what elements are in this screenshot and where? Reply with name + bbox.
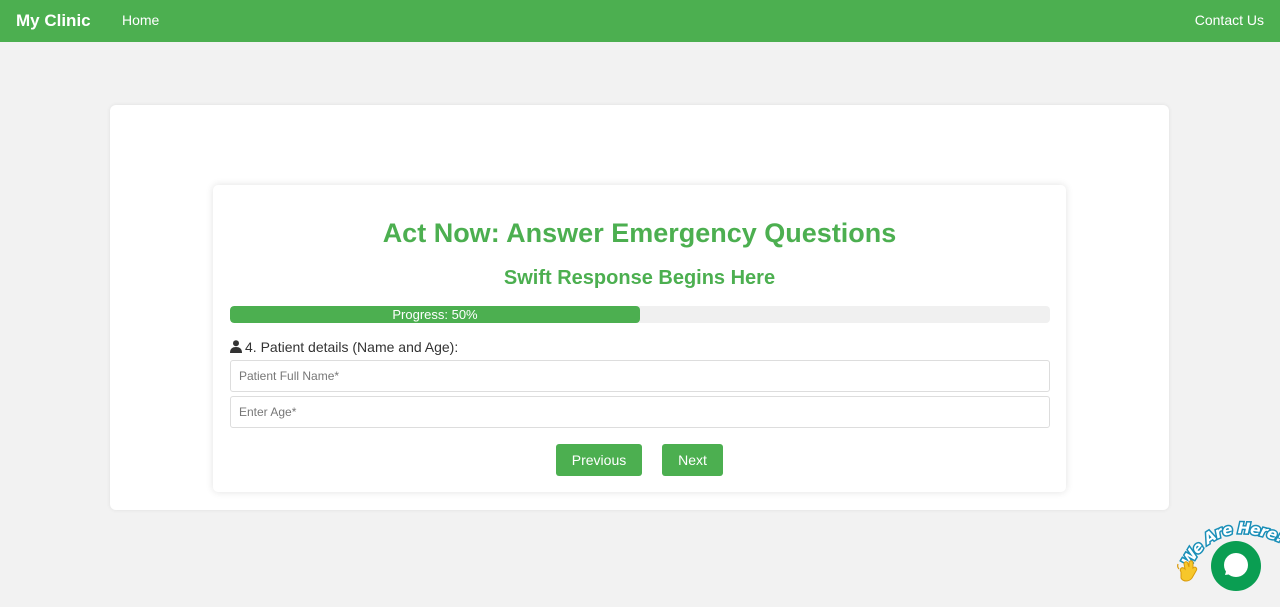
patient-name-input[interactable]: [230, 360, 1050, 392]
top-navbar: My Clinic Home Contact Us: [0, 0, 1280, 42]
next-button[interactable]: Next: [662, 444, 723, 476]
question-label: 4. Patient details (Name and Age):: [230, 339, 458, 355]
previous-button[interactable]: Previous: [556, 444, 642, 476]
user-icon: [230, 340, 242, 353]
emergency-form-card: Act Now: Answer Emergency Questions Swif…: [213, 185, 1066, 492]
progress-bar: Progress: 50%: [230, 306, 1050, 323]
brand-logo[interactable]: My Clinic: [16, 11, 91, 31]
progress-fill: Progress: 50%: [230, 306, 640, 323]
waving-hand-icon: [1177, 560, 1198, 582]
chat-open-button[interactable]: [1211, 541, 1261, 591]
chat-bubble-icon: [1224, 553, 1248, 577]
chat-widget: We Are Here!: [1176, 510, 1280, 607]
form-subtitle: Swift Response Begins Here: [503, 267, 776, 289]
patient-age-input[interactable]: [230, 396, 1050, 428]
form-title: Act Now: Answer Emergency Questions: [382, 218, 897, 248]
question-text: 4. Patient details (Name and Age):: [245, 339, 459, 355]
nav-link-home[interactable]: Home: [122, 12, 159, 28]
nav-link-contact[interactable]: Contact Us: [1195, 12, 1264, 28]
